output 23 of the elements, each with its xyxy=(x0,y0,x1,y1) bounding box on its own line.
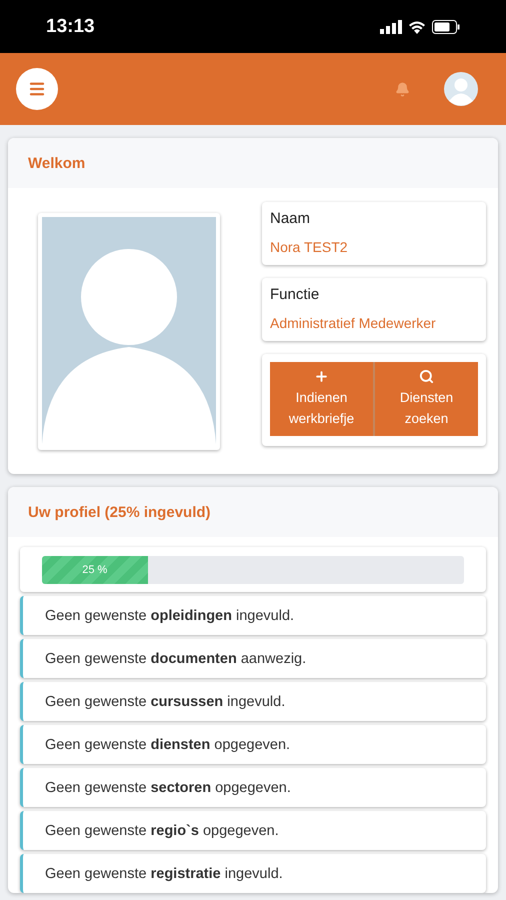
profile-item[interactable]: Geen gewenste diensten opgegeven. xyxy=(20,725,486,764)
field-value: Administratief Medewerker xyxy=(270,315,437,331)
progress-label: 25 % xyxy=(82,564,108,576)
status-time: 13:13 xyxy=(46,16,95,38)
profile-item[interactable]: Geen gewenste regio`s opgegeven. xyxy=(20,811,486,850)
profile-item[interactable]: Geen gewenste documenten aanwezig. xyxy=(20,639,486,678)
profile-item[interactable]: Geen gewenste sectoren opgegeven. xyxy=(20,768,486,807)
menu-icon xyxy=(28,80,46,98)
card-title: Welkom xyxy=(28,154,86,172)
profile-item[interactable]: Geen gewenste cursussen ingevuld. xyxy=(20,682,486,721)
field-label: Naam xyxy=(270,210,312,227)
field-label: Functie xyxy=(270,286,320,303)
search-icon xyxy=(419,369,434,384)
menu-button[interactable] xyxy=(16,68,58,110)
avatar-icon[interactable] xyxy=(444,72,478,106)
profile-item[interactable]: Geen gewenste registratie ingevuld. xyxy=(20,854,486,893)
battery-icon xyxy=(432,20,460,34)
card-title: Uw profiel (25% ingevuld) xyxy=(28,504,211,520)
plus-icon xyxy=(314,369,329,384)
profile-item[interactable]: Geen gewenste opleidingen ingevuld. xyxy=(20,596,486,635)
signal-icon xyxy=(380,20,402,34)
wifi-icon xyxy=(408,20,426,34)
field-value: Nora TEST2 xyxy=(270,239,349,255)
